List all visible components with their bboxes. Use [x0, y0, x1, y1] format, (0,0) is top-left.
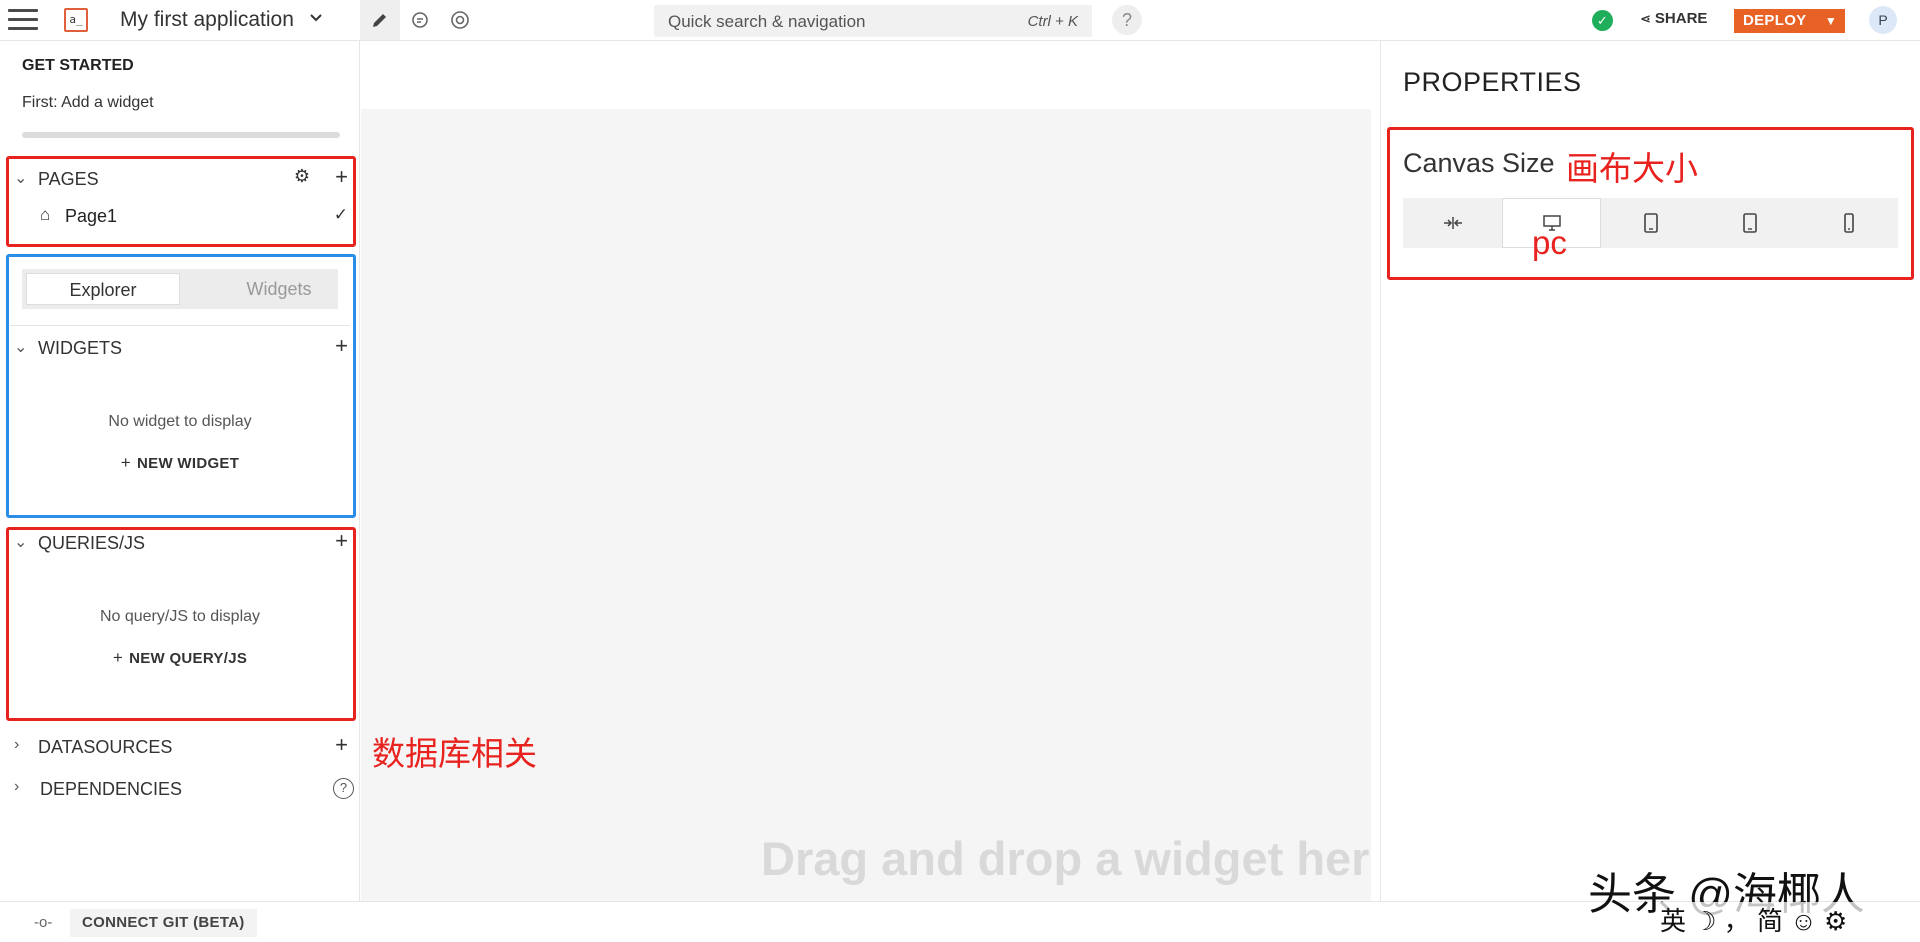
comment-mode-button[interactable] — [400, 0, 440, 40]
comment-icon — [412, 12, 428, 28]
avatar[interactable]: P — [1869, 6, 1897, 34]
edit-mode-button[interactable] — [360, 0, 400, 40]
dependencies-section-header[interactable]: › DEPENDENCIES ? — [0, 774, 360, 804]
share-icon: ⋖ — [1640, 11, 1651, 26]
deploy-button[interactable]: DEPLOY ▼ — [1734, 9, 1845, 33]
dependencies-label: DEPENDENCIES — [40, 779, 183, 799]
get-started-title[interactable]: GET STARTED — [22, 57, 134, 75]
annotation-box-queries — [6, 527, 356, 721]
chevron-right-icon[interactable]: › — [14, 778, 19, 796]
add-datasource-button[interactable]: + — [335, 732, 348, 758]
connect-git-button[interactable]: CONNECT GIT (BETA) — [70, 909, 257, 937]
get-started-step[interactable]: First: Add a widget — [22, 94, 154, 112]
canvas-area[interactable]: Drag and drop a widget here — [361, 109, 1371, 901]
chevron-down-icon[interactable] — [308, 10, 324, 31]
annotation-canvas-size-note: 画布大小 — [1566, 150, 1698, 187]
app-logo-icon[interactable]: a_ — [64, 8, 88, 32]
check-circle-icon: ✓ — [1592, 10, 1613, 31]
share-button[interactable]: ⋖ SHARE — [1640, 10, 1707, 27]
git-icon: -o- — [34, 914, 53, 931]
chevron-right-icon[interactable]: › — [14, 736, 19, 754]
search-placeholder: Quick search & navigation — [668, 12, 866, 31]
canvas-gutter — [1371, 109, 1379, 901]
help-circle-icon[interactable]: ? — [333, 778, 354, 799]
canvas-drop-hint: Drag and drop a widget here — [761, 832, 1371, 885]
chevron-down-icon[interactable]: ▼ — [1825, 9, 1837, 33]
canvas-header-area — [361, 41, 1379, 109]
properties-title: PROPERTIES — [1403, 67, 1582, 97]
ime-toolbar[interactable]: 英 ☽ ， 简 ☺ ⚙ — [1660, 902, 1912, 942]
datasources-label: DATASOURCES — [38, 737, 173, 757]
preview-mode-button[interactable] — [440, 0, 480, 40]
app-title[interactable]: My first application — [120, 8, 294, 32]
annotation-box-explorer — [6, 254, 356, 518]
annotation-box-pages — [6, 156, 356, 247]
menu-icon[interactable] — [6, 6, 40, 34]
pencil-icon — [373, 14, 386, 27]
annotation-datasources-note-overlay: 数据库相关 — [372, 735, 537, 772]
help-button[interactable]: ? — [1112, 5, 1142, 35]
top-bar: a_ My first application Quick search & n… — [0, 0, 1920, 41]
share-label: SHARE — [1654, 10, 1708, 27]
eye-icon — [451, 11, 469, 29]
datasources-section-header[interactable]: › DATASOURCES + — [0, 732, 360, 762]
deploy-label: DEPLOY — [1743, 12, 1807, 29]
quick-search-input[interactable]: Quick search & navigation Ctrl + K — [654, 5, 1092, 37]
search-shortcut: Ctrl + K — [1027, 13, 1078, 30]
progress-bar — [22, 132, 340, 138]
annotation-pc-note: pc — [1532, 224, 1567, 261]
